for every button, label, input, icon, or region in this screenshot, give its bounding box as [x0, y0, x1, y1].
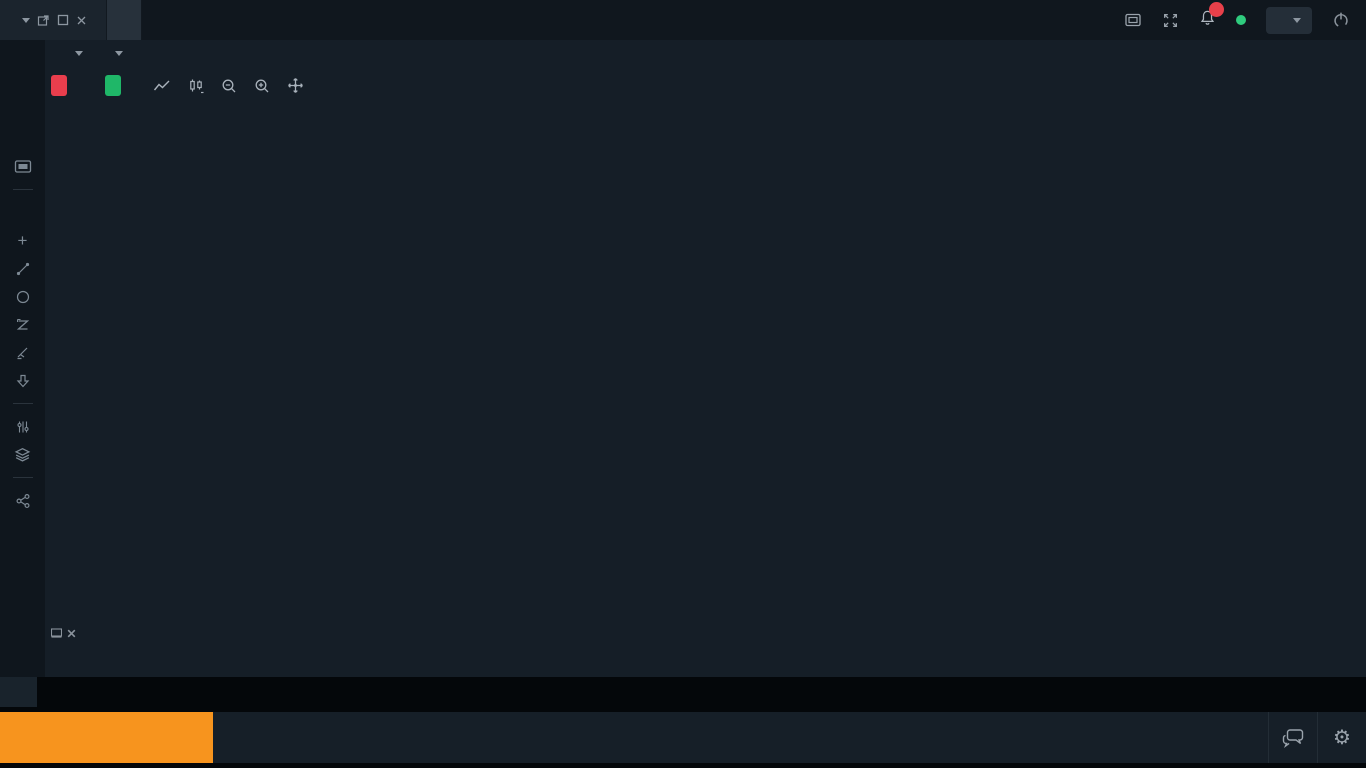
notification-badge	[1209, 2, 1224, 17]
arrow-tool-icon[interactable]	[10, 372, 36, 389]
macd-close-icon[interactable]	[67, 629, 76, 638]
candle-chart-type-icon[interactable]	[188, 78, 204, 94]
workspace-caret-icon[interactable]	[22, 18, 30, 23]
maximize-icon[interactable]	[57, 14, 69, 26]
share-icon[interactable]	[10, 492, 36, 509]
status-bar: ⚙	[0, 707, 1366, 768]
sell-button[interactable]	[51, 75, 67, 96]
macd-panel-icon[interactable]	[51, 628, 62, 638]
top-bar	[0, 0, 1366, 40]
notifications-bell[interactable]	[1199, 9, 1216, 32]
rail-divider	[13, 189, 33, 190]
chart-region	[45, 40, 1366, 677]
open-real-account-button[interactable]	[0, 712, 213, 763]
line-chart-type-icon[interactable]	[153, 79, 171, 93]
instrument-tabs-bar	[0, 677, 1366, 707]
connection-status-dot	[1236, 15, 1246, 25]
chat-icon	[1281, 728, 1305, 748]
account-caret-icon	[1293, 18, 1301, 23]
rail-divider	[13, 477, 33, 478]
chart-trade-header	[51, 75, 304, 96]
shapes-tool-icon[interactable]	[10, 288, 36, 305]
left-tool-rail: +	[0, 40, 45, 677]
zoom-out-icon[interactable]	[221, 78, 237, 94]
macd-indicator-label	[51, 628, 81, 638]
indicators-icon[interactable]	[10, 204, 36, 221]
buy-button[interactable]	[105, 75, 121, 96]
chart-layout-icon[interactable]	[10, 158, 36, 175]
fibonacci-tool-icon[interactable]	[10, 316, 36, 333]
trendline-tool-icon[interactable]	[10, 260, 36, 277]
workspace-section	[0, 0, 106, 40]
pan-move-icon[interactable]	[287, 77, 304, 94]
settings-button[interactable]: ⚙	[1317, 712, 1366, 763]
popout-window-icon[interactable]	[37, 14, 50, 27]
top-right-controls	[1124, 0, 1366, 40]
close-window-icon[interactable]	[76, 15, 87, 26]
crosshair-add-icon[interactable]: +	[10, 232, 36, 249]
fullscreen-icon[interactable]	[1162, 12, 1179, 29]
zoom-in-icon[interactable]	[254, 78, 270, 94]
add-instrument-tab-button[interactable]	[0, 677, 37, 707]
gear-icon: ⚙	[1333, 725, 1351, 750]
add-workspace-tab-button[interactable]	[106, 0, 142, 40]
timeframe-caret-icon[interactable]	[115, 51, 123, 56]
waves-tool-icon[interactable]	[10, 344, 36, 361]
profit-summary	[1238, 712, 1268, 763]
layers-icon[interactable]	[10, 446, 36, 463]
chart-symbol-header	[57, 51, 123, 56]
rail-divider	[13, 403, 33, 404]
power-logout-icon[interactable]	[1332, 11, 1350, 29]
settings-sliders-icon[interactable]	[10, 418, 36, 435]
symbol-caret-icon[interactable]	[75, 51, 83, 56]
layout-frame-icon[interactable]	[1124, 12, 1142, 28]
account-switcher[interactable]	[1266, 7, 1312, 34]
chat-button[interactable]	[1268, 712, 1317, 763]
